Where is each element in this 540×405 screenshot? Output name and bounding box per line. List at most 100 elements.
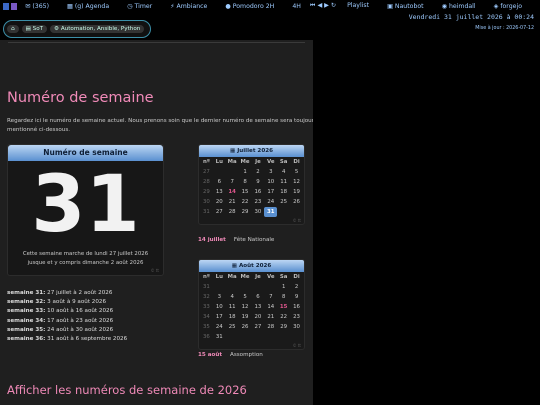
day-cell[interactable]: 1 bbox=[239, 167, 252, 177]
app-icon[interactable] bbox=[11, 2, 18, 10]
day-cell[interactable]: 15 bbox=[239, 187, 252, 197]
day-cell[interactable]: 17 bbox=[213, 312, 226, 322]
heimdall-link[interactable]: ◉ heimdall bbox=[442, 3, 485, 10]
day-cell[interactable]: 30 bbox=[290, 322, 303, 332]
day-cell[interactable]: 3 bbox=[213, 292, 226, 302]
timer-link[interactable]: ◷ Timer bbox=[127, 3, 161, 10]
day-cell bbox=[264, 332, 277, 342]
day-cell[interactable]: 18 bbox=[277, 187, 290, 197]
day-cell[interactable]: 9 bbox=[252, 177, 265, 187]
day-cell[interactable]: 31 bbox=[213, 332, 226, 342]
day-cell[interactable]: 10 bbox=[213, 302, 226, 312]
day-cell[interactable]: 28 bbox=[226, 207, 239, 217]
day-cell[interactable]: 22 bbox=[277, 312, 290, 322]
day-cell[interactable]: 6 bbox=[252, 292, 265, 302]
day-cell[interactable]: 13 bbox=[252, 302, 265, 312]
week-number-cell: 29 bbox=[203, 189, 210, 195]
day-cell[interactable]: 9 bbox=[290, 292, 303, 302]
day-cell[interactable]: 18 bbox=[226, 312, 239, 322]
forgejo-link[interactable]: ◈ forgejo bbox=[494, 3, 531, 10]
day-cell bbox=[213, 167, 226, 177]
calendar-august: ▦ Août 2026 nº Lu Ma Me Je Ve Sa Di 31 1 2 32 3 4 5 6 7 8 9… bbox=[198, 259, 305, 350]
day-cell[interactable]: 30 bbox=[252, 207, 265, 217]
day-cell[interactable]: 29 bbox=[239, 207, 252, 217]
day-cell[interactable]: 20 bbox=[252, 312, 265, 322]
day-cell[interactable]: 25 bbox=[277, 197, 290, 207]
day-cell[interactable]: 8 bbox=[277, 292, 290, 302]
day-cell[interactable]: 4 bbox=[277, 167, 290, 177]
day-cell[interactable]: 29 bbox=[277, 322, 290, 332]
day-cell bbox=[264, 282, 277, 292]
day-cell[interactable]: 19 bbox=[239, 312, 252, 322]
mail-count[interactable]: ✉ (365) bbox=[25, 3, 58, 10]
bookmark-sot[interactable]: ▤ SoT bbox=[21, 25, 48, 33]
day-cell[interactable]: 12 bbox=[290, 177, 303, 187]
webpage-content[interactable]: Numéro de semaine Regardez ici le numéro… bbox=[0, 40, 313, 405]
week-label: semaine 32: bbox=[7, 299, 46, 306]
day-cell[interactable]: 17 bbox=[264, 187, 277, 197]
week-range: 3 août à 9 août 2026 bbox=[47, 299, 107, 306]
week-range: 17 août à 23 août 2026 bbox=[47, 317, 114, 324]
day-cell[interactable]: 24 bbox=[264, 197, 277, 207]
week-label: semaine 36: bbox=[7, 336, 46, 343]
day-cell[interactable]: 23 bbox=[290, 312, 303, 322]
week-range-text: Cette semaine marche de lundi 27 juillet… bbox=[22, 251, 149, 266]
pomodoro-4h-link[interactable]: 4H bbox=[292, 3, 301, 10]
day-cell[interactable]: 22 bbox=[239, 197, 252, 207]
day-cell[interactable]: 1 bbox=[277, 282, 290, 292]
day-cell[interactable]: 6 bbox=[213, 177, 226, 187]
day-cell[interactable]: 20 bbox=[213, 197, 226, 207]
day-cell[interactable]: 7 bbox=[226, 177, 239, 187]
weekday-header: Di bbox=[293, 274, 300, 280]
bookmark-bar: ⌂ ▤ SoT ⚙ Automation, Ansible, Python bbox=[3, 20, 152, 38]
week-number-cell: 34 bbox=[203, 314, 210, 320]
day-cell[interactable]: 21 bbox=[226, 197, 239, 207]
day-cell[interactable]: 15 bbox=[277, 302, 290, 312]
day-cell[interactable]: 19 bbox=[290, 187, 303, 197]
nautobot-link[interactable]: ▣ Nautobot bbox=[387, 3, 433, 10]
day-cell[interactable]: 27 bbox=[213, 207, 226, 217]
day-cell[interactable]: 3 bbox=[264, 167, 277, 177]
day-cell[interactable]: 26 bbox=[290, 197, 303, 207]
day-cell[interactable]: 2 bbox=[290, 282, 303, 292]
weekday-header: Ve bbox=[267, 159, 275, 165]
pomodoro-link[interactable]: ● Pomodoro 2H bbox=[225, 3, 283, 10]
day-cell[interactable]: 23 bbox=[252, 197, 265, 207]
card-watermark: © tt bbox=[150, 268, 159, 273]
day-cell[interactable]: 11 bbox=[277, 177, 290, 187]
calendar-month-title: ▦ Août 2026 bbox=[199, 260, 304, 272]
bookmark-automation[interactable]: ⚙ Automation, Ansible, Python bbox=[50, 25, 145, 33]
day-cell[interactable]: 26 bbox=[239, 322, 252, 332]
day-cell[interactable]: 5 bbox=[239, 292, 252, 302]
day-cell bbox=[252, 332, 265, 342]
home-icon[interactable]: ⌂ bbox=[7, 25, 19, 33]
weekday-header: Me bbox=[240, 159, 250, 165]
day-cell[interactable]: 27 bbox=[252, 322, 265, 332]
day-cell[interactable]: 25 bbox=[226, 322, 239, 332]
day-cell[interactable]: 13 bbox=[213, 187, 226, 197]
week-number-card: Numéro de semaine 31 Cette semaine march… bbox=[7, 144, 164, 276]
day-cell[interactable]: 31 bbox=[264, 207, 278, 217]
day-cell[interactable]: 28 bbox=[264, 322, 277, 332]
day-cell[interactable]: 24 bbox=[213, 322, 226, 332]
day-cell[interactable]: 10 bbox=[264, 177, 277, 187]
week-label: semaine 35: bbox=[7, 326, 46, 333]
playlist-controls[interactable]: ⏮ ◀ ▶ ↻ Playlist bbox=[310, 2, 378, 10]
day-cell[interactable]: 2 bbox=[252, 167, 265, 177]
day-cell[interactable]: 5 bbox=[290, 167, 303, 177]
weekday-header: nº bbox=[202, 274, 210, 280]
day-cell[interactable]: 16 bbox=[252, 187, 265, 197]
day-cell[interactable]: 11 bbox=[226, 302, 239, 312]
day-cell[interactable]: 16 bbox=[290, 302, 303, 312]
app-icon[interactable] bbox=[3, 2, 10, 10]
day-cell[interactable]: 7 bbox=[264, 292, 277, 302]
day-cell[interactable]: 8 bbox=[239, 177, 252, 187]
day-cell[interactable]: 14 bbox=[226, 187, 239, 197]
day-cell[interactable]: 12 bbox=[239, 302, 252, 312]
day-cell[interactable]: 14 bbox=[264, 302, 277, 312]
list-item: semaine 33: 10 août à 16 août 2026 bbox=[7, 307, 127, 316]
day-cell[interactable]: 4 bbox=[226, 292, 239, 302]
day-cell[interactable]: 21 bbox=[264, 312, 277, 322]
agenda-link[interactable]: ▦ (g) Agenda bbox=[67, 3, 118, 10]
ambiance-link[interactable]: ⚡ Ambiance bbox=[170, 3, 216, 10]
